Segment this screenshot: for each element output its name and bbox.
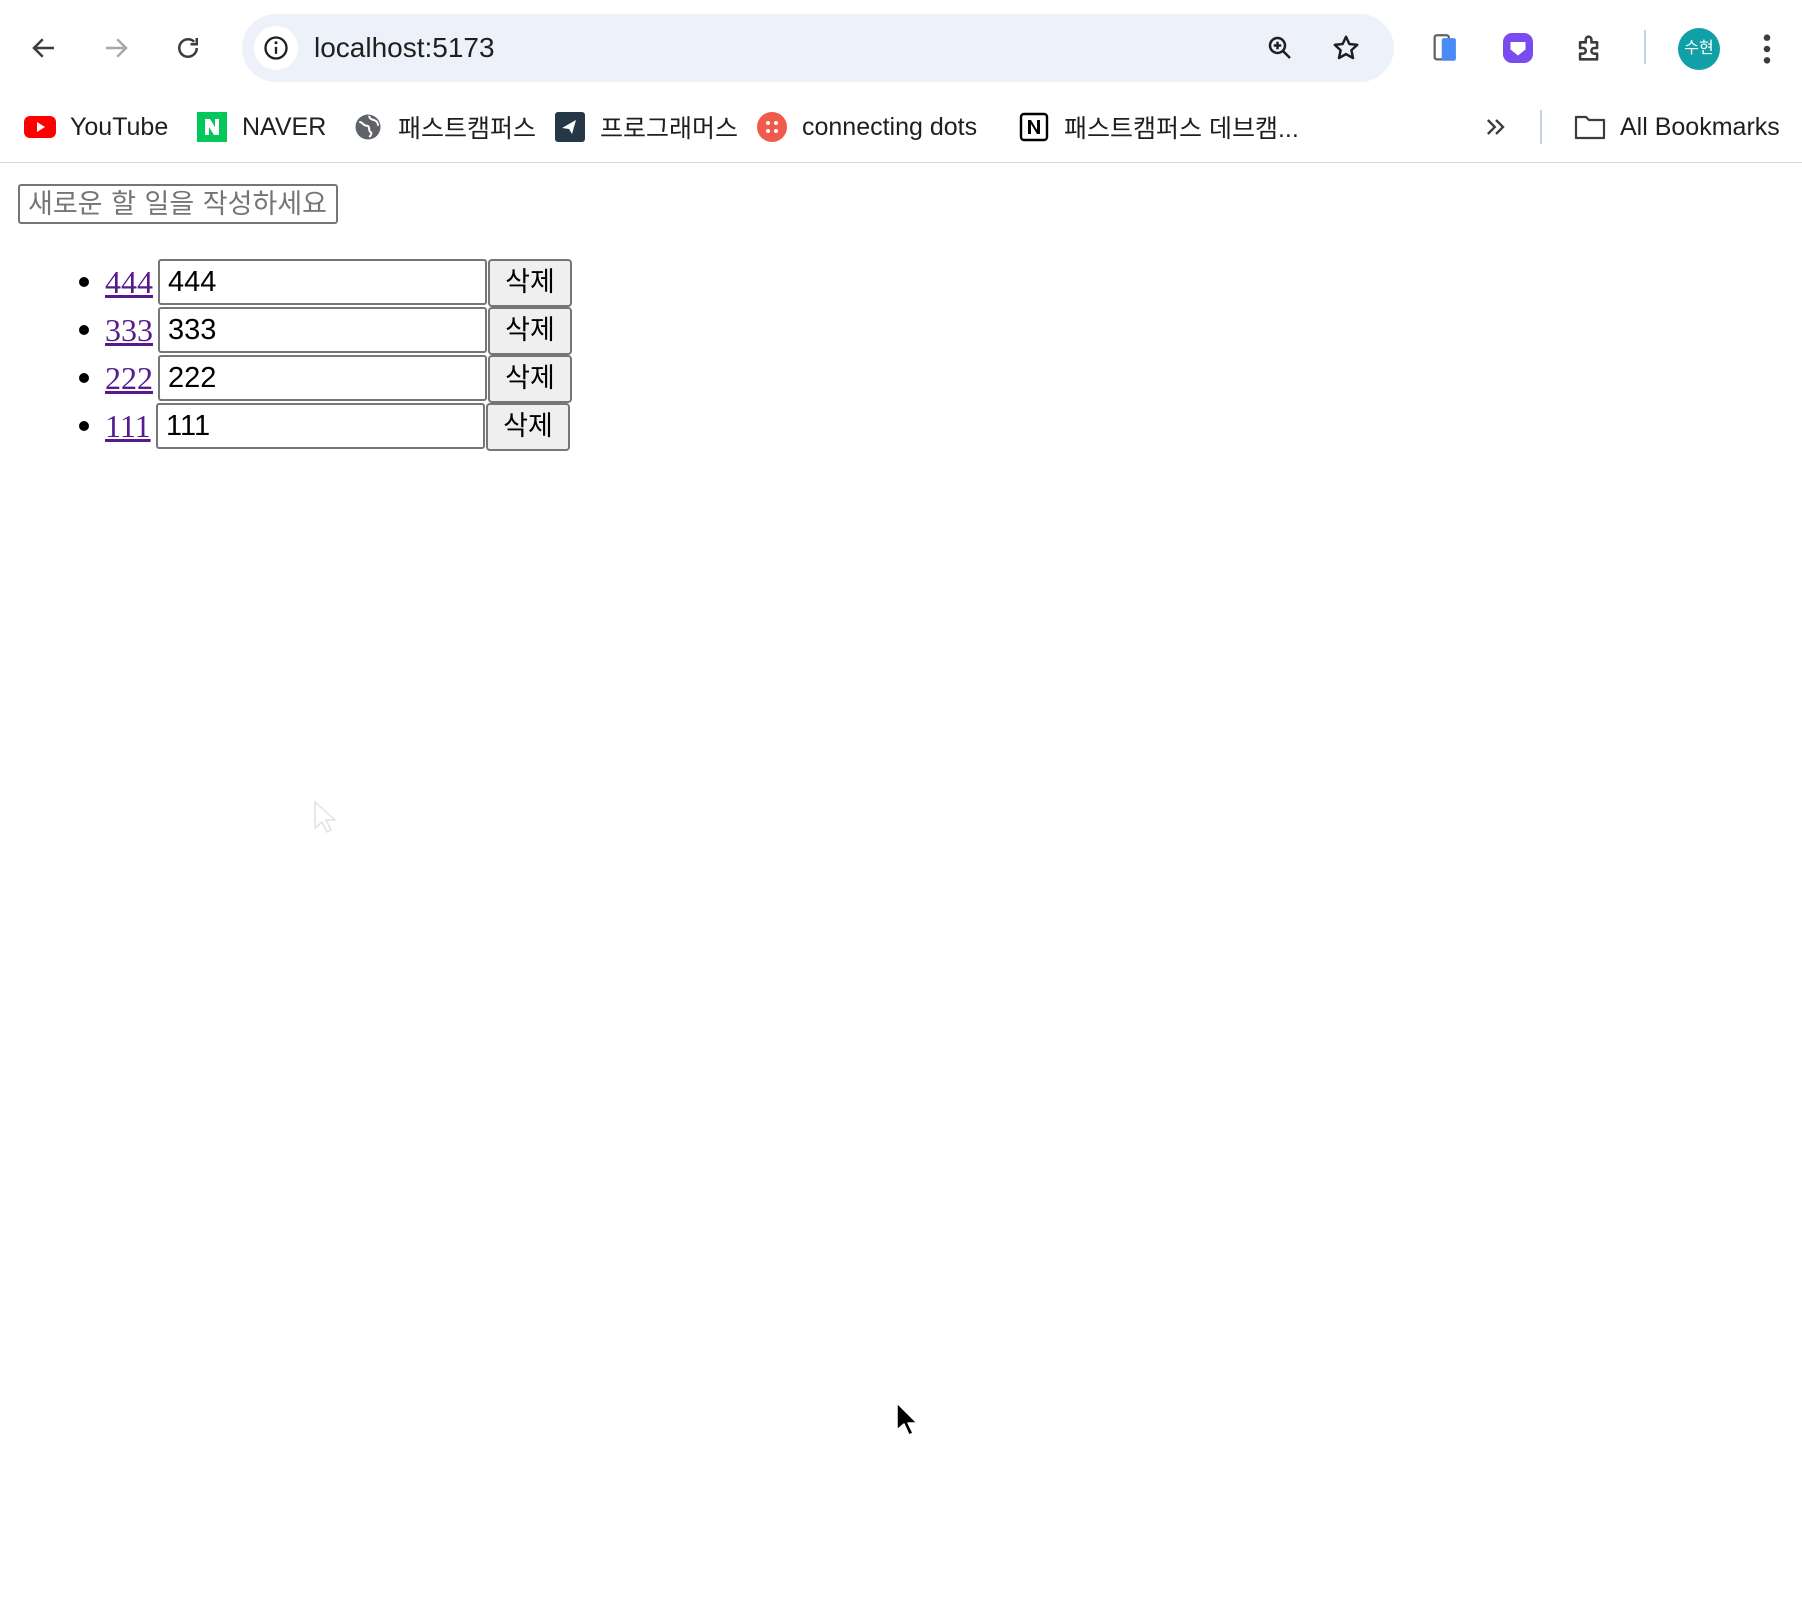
bookmark-naver[interactable]: NAVER <box>196 96 326 158</box>
reload-icon <box>178 38 198 58</box>
arrow-left-icon <box>32 38 54 58</box>
arrow-right-icon <box>106 38 128 58</box>
bookmark-youtube[interactable]: YouTube <box>24 96 168 158</box>
extension-purple-button[interactable] <box>1494 24 1542 72</box>
todo-item: 333 삭제 <box>0 307 600 355</box>
bookmark-fastcampus[interactable]: 패스트캠퍼스 <box>352 96 536 158</box>
todo-edit-input[interactable] <box>158 355 487 401</box>
todo-link[interactable]: 111 <box>105 403 151 449</box>
forward-button[interactable] <box>90 22 142 74</box>
zoom-in-icon <box>1268 36 1291 59</box>
naver-icon <box>196 111 228 143</box>
bookmark-label: 패스트캠퍼스 데브캠... <box>1064 115 1299 143</box>
all-bookmarks-label: All Bookmarks <box>1620 112 1780 141</box>
folder-icon <box>1574 111 1606 143</box>
faded-cursor-icon <box>314 800 337 834</box>
new-todo-input[interactable] <box>18 184 338 224</box>
zoom-button[interactable] <box>1260 28 1300 68</box>
bookmarks-divider <box>1540 110 1542 144</box>
list-bullet <box>79 373 89 383</box>
todo-link[interactable]: 444 <box>105 259 153 305</box>
todo-item: 222 삭제 <box>0 355 600 403</box>
address-bar[interactable]: localhost:5173 <box>242 14 1394 82</box>
connecting-dots-icon <box>756 111 788 143</box>
reload-button[interactable] <box>162 22 214 74</box>
todo-link[interactable]: 333 <box>105 307 153 353</box>
list-bullet <box>79 277 89 287</box>
bookmark-connecting-dots[interactable]: connecting dots <box>756 96 977 158</box>
bookmark-label: NAVER <box>242 112 327 141</box>
purple-extension-icon <box>1503 33 1533 63</box>
bookmark-label: 프로그래머스 <box>600 115 739 143</box>
phone-extension-icon <box>1433 34 1456 61</box>
notion-icon <box>1018 111 1050 143</box>
mouse-pointer-icon <box>896 1402 918 1436</box>
todo-edit-input[interactable] <box>156 403 485 449</box>
toolbar-divider <box>1644 30 1646 64</box>
puzzle-icon <box>1578 35 1599 61</box>
todo-link[interactable]: 222 <box>105 355 153 401</box>
todo-item: 111 삭제 <box>0 403 600 451</box>
bookmark-label: connecting dots <box>802 112 978 141</box>
page-content: 444 삭제 333 삭제 222 삭제 111 삭제 <box>0 163 1802 1608</box>
todo-item: 444 삭제 <box>0 259 600 307</box>
browser-menu-button[interactable] <box>1752 26 1782 72</box>
delete-button[interactable]: 삭제 <box>488 355 572 403</box>
extension-phone-button[interactable] <box>1422 24 1470 72</box>
todo-edit-input[interactable] <box>158 259 487 305</box>
star-icon <box>1333 35 1359 60</box>
bookmark-label: YouTube <box>70 112 169 141</box>
programmers-icon <box>554 111 586 143</box>
extensions-button[interactable] <box>1566 24 1614 72</box>
delete-button[interactable]: 삭제 <box>488 307 572 355</box>
site-info-button[interactable] <box>254 26 298 70</box>
all-bookmarks-button[interactable]: All Bookmarks <box>1574 96 1780 158</box>
bookmarks-bar: YouTube NAVER 패스트캠퍼스 프로그래머스 connecting d… <box>0 96 1802 163</box>
url-text[interactable]: localhost:5173 <box>314 14 495 82</box>
browser-toolbar: localhost:5173 수현 <box>0 0 1802 96</box>
more-bookmarks-button[interactable] <box>1482 96 1510 158</box>
youtube-icon <box>24 111 56 143</box>
delete-button[interactable]: 삭제 <box>486 403 570 451</box>
globe-icon <box>352 111 384 143</box>
chevron-double-right-icon <box>1487 119 1505 135</box>
kebab-menu-icon <box>1763 34 1771 64</box>
bookmark-devcamp[interactable]: 패스트캠퍼스 데브캠... <box>1018 96 1299 158</box>
bookmark-star-button[interactable] <box>1326 28 1366 68</box>
profile-avatar[interactable]: 수현 <box>1678 28 1720 70</box>
todo-edit-input[interactable] <box>158 307 487 353</box>
list-bullet <box>79 325 89 335</box>
back-button[interactable] <box>18 22 70 74</box>
info-icon <box>264 36 288 60</box>
bookmark-label: 패스트캠퍼스 <box>398 115 537 143</box>
list-bullet <box>79 421 89 431</box>
bookmark-programmers[interactable]: 프로그래머스 <box>554 96 738 158</box>
delete-button[interactable]: 삭제 <box>488 259 572 307</box>
